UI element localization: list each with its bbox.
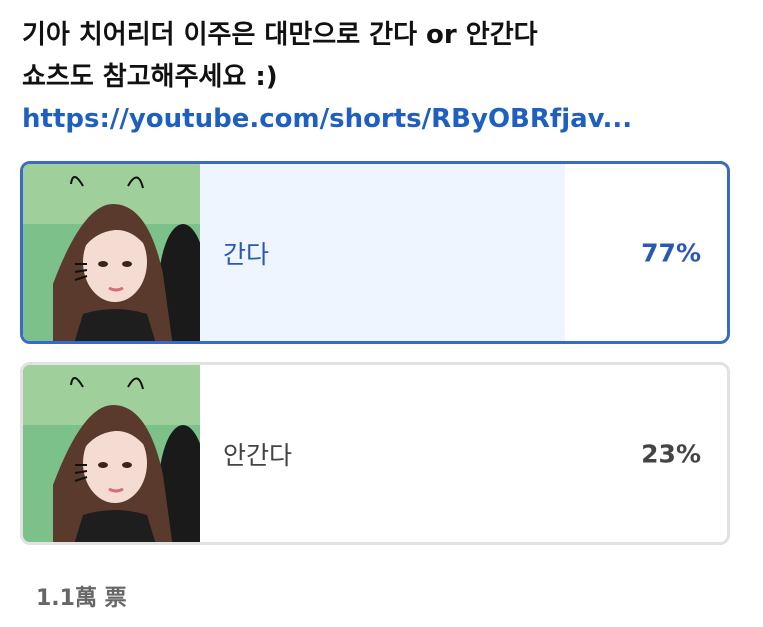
poll-option-percent: 77% — [641, 238, 701, 267]
poll-option-label: 안간다 — [223, 440, 293, 470]
cheerleader-photo-icon — [23, 365, 200, 542]
post-title-line-1: 기아 치어리더 이주은 대만으로 간다 or 안간다 — [22, 20, 538, 50]
poll-option-not-go[interactable]: 안간다 23% — [20, 362, 730, 545]
shorts-link[interactable]: https://youtube.com/shorts/RByOBRfjav... — [22, 98, 632, 140]
poll-option-percent: 23% — [641, 439, 701, 468]
poll-option-label: 간다 — [223, 239, 270, 269]
total-votes: 1.1萬 票 — [36, 586, 127, 611]
post-body: 기아 치어리더 이주은 대만으로 간다 or 안간다 쇼츠도 참고해주세요 :)… — [22, 14, 742, 140]
poll-option-go[interactable]: 간다 77% — [20, 161, 730, 344]
cheerleader-photo-icon — [23, 164, 200, 341]
post-title-line-2: 쇼츠도 참고해주세요 :) — [22, 62, 278, 92]
